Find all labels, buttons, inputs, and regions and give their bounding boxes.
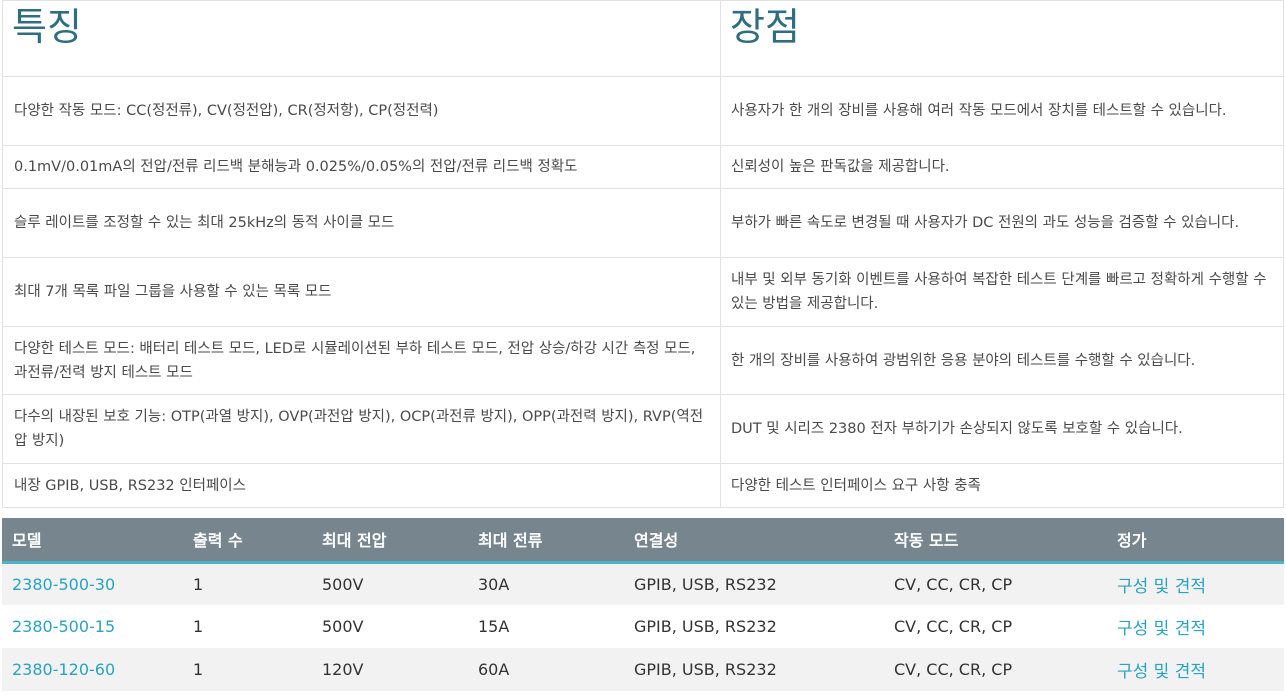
feature-row: 슬루 레이트를 조정할 수 있는 최대 25kHz의 동적 사이클 모드 부하가… bbox=[2, 188, 1284, 258]
feature-row: 내장 GPIB, USB, RS232 인터페이스 다양한 테스트 인터페이스 … bbox=[2, 463, 1284, 508]
feature-cell: 다수의 내장된 보호 기능: OTP(과열 방지), OVP(과전압 방지), … bbox=[2, 394, 721, 464]
feature-cell: 슬루 레이트를 조정할 수 있는 최대 25kHz의 동적 사이클 모드 bbox=[2, 188, 721, 258]
feature-row: 다양한 테스트 모드: 배터리 테스트 모드, LED로 시뮬레이션된 부하 테… bbox=[2, 326, 1284, 395]
max-voltage-cell: 120V bbox=[312, 648, 468, 691]
model-table: 모델 출력 수 최대 전압 최대 전류 연결성 작동 모드 정가 2380-50… bbox=[2, 518, 1284, 691]
max-current-cell: 60A bbox=[468, 648, 624, 691]
col-header-max-current: 최대 전류 bbox=[468, 518, 624, 564]
model-table-header: 모델 출력 수 최대 전압 최대 전류 연결성 작동 모드 정가 bbox=[2, 518, 1284, 564]
feature-cell: 다양한 테스트 모드: 배터리 테스트 모드, LED로 시뮬레이션된 부하 테… bbox=[2, 326, 721, 395]
features-header-row: 특징 장점 bbox=[2, 0, 1284, 77]
model-cell: 2380-120-60 bbox=[2, 648, 183, 691]
feature-row: 0.1mV/0.01mA의 전압/전류 리드백 분해능과 0.025%/0.05… bbox=[2, 145, 1284, 189]
model-link[interactable]: 2380-500-30 bbox=[12, 575, 115, 594]
outputs-cell: 1 bbox=[183, 562, 312, 605]
benefit-cell: 다양한 테스트 인터페이스 요구 사항 충족 bbox=[720, 463, 1284, 508]
benefit-cell: 한 개의 장비를 사용하여 광범위한 응용 분야의 테스트를 수행할 수 있습니… bbox=[720, 326, 1284, 395]
connectivity-cell: GPIB, USB, RS232 bbox=[624, 562, 884, 605]
outputs-cell: 1 bbox=[183, 648, 312, 691]
configure-quote-link[interactable]: 구성 및 견적 bbox=[1117, 577, 1206, 597]
max-voltage-cell: 500V bbox=[312, 562, 468, 605]
benefit-cell: 신뢰성이 높은 판독값을 제공합니다. bbox=[720, 145, 1284, 189]
model-link[interactable]: 2380-500-15 bbox=[12, 617, 115, 636]
features-benefits-table: 특징 장점 다양한 작동 모드: CC(정전류), CV(정전압), CR(정저… bbox=[2, 0, 1284, 508]
feature-row: 다수의 내장된 보호 기능: OTP(과열 방지), OVP(과전압 방지), … bbox=[2, 394, 1284, 464]
connectivity-cell: GPIB, USB, RS232 bbox=[624, 648, 884, 691]
max-current-cell: 15A bbox=[468, 605, 624, 648]
feature-cell: 다양한 작동 모드: CC(정전류), CV(정전압), CR(정저항), CP… bbox=[2, 76, 721, 146]
table-row: 2380-120-60 1 120V 60A GPIB, USB, RS232 … bbox=[2, 648, 1284, 691]
feature-row: 다양한 작동 모드: CC(정전류), CV(정전압), CR(정저항), CP… bbox=[2, 76, 1284, 146]
benefits-heading: 장점 bbox=[720, 0, 1284, 77]
col-header-max-voltage: 최대 전압 bbox=[312, 518, 468, 564]
max-current-cell: 30A bbox=[468, 562, 624, 605]
col-header-connectivity: 연결성 bbox=[624, 518, 884, 564]
price-cell: 구성 및 견적 bbox=[1107, 605, 1284, 648]
benefit-cell: 부하가 빠른 속도로 변경될 때 사용자가 DC 전원의 과도 성능을 검증할 … bbox=[720, 188, 1284, 258]
benefit-cell: DUT 및 시리즈 2380 전자 부하기가 손상되지 않도록 보호할 수 있습… bbox=[720, 394, 1284, 464]
benefit-cell: 내부 및 외부 동기화 이벤트를 사용하여 복잡한 테스트 단계를 빠르고 정확… bbox=[720, 257, 1284, 327]
benefit-cell: 사용자가 한 개의 장비를 사용해 여러 작동 모드에서 장치를 테스트할 수 … bbox=[720, 76, 1284, 146]
modes-cell: CV, CC, CR, CP bbox=[884, 605, 1107, 648]
feature-cell: 내장 GPIB, USB, RS232 인터페이스 bbox=[2, 463, 721, 508]
col-header-price: 정가 bbox=[1107, 518, 1284, 564]
outputs-cell: 1 bbox=[183, 605, 312, 648]
model-cell: 2380-500-15 bbox=[2, 605, 183, 648]
col-header-model: 모델 bbox=[2, 518, 183, 564]
price-cell: 구성 및 견적 bbox=[1107, 562, 1284, 605]
table-row: 2380-500-15 1 500V 15A GPIB, USB, RS232 … bbox=[2, 605, 1284, 648]
col-header-outputs: 출력 수 bbox=[183, 518, 312, 564]
modes-cell: CV, CC, CR, CP bbox=[884, 562, 1107, 605]
feature-cell: 최대 7개 목록 파일 그룹을 사용할 수 있는 목록 모드 bbox=[2, 257, 721, 327]
model-link[interactable]: 2380-120-60 bbox=[12, 660, 115, 679]
table-row: 2380-500-30 1 500V 30A GPIB, USB, RS232 … bbox=[2, 562, 1284, 605]
features-heading: 특징 bbox=[2, 0, 721, 77]
max-voltage-cell: 500V bbox=[312, 605, 468, 648]
modes-cell: CV, CC, CR, CP bbox=[884, 648, 1107, 691]
price-cell: 구성 및 견적 bbox=[1107, 648, 1284, 691]
feature-cell: 0.1mV/0.01mA의 전압/전류 리드백 분해능과 0.025%/0.05… bbox=[2, 145, 721, 189]
configure-quote-link[interactable]: 구성 및 견적 bbox=[1117, 662, 1206, 682]
col-header-modes: 작동 모드 bbox=[884, 518, 1107, 564]
configure-quote-link[interactable]: 구성 및 견적 bbox=[1117, 619, 1206, 639]
connectivity-cell: GPIB, USB, RS232 bbox=[624, 605, 884, 648]
feature-row: 최대 7개 목록 파일 그룹을 사용할 수 있는 목록 모드 내부 및 외부 동… bbox=[2, 257, 1284, 327]
model-cell: 2380-500-30 bbox=[2, 562, 183, 605]
